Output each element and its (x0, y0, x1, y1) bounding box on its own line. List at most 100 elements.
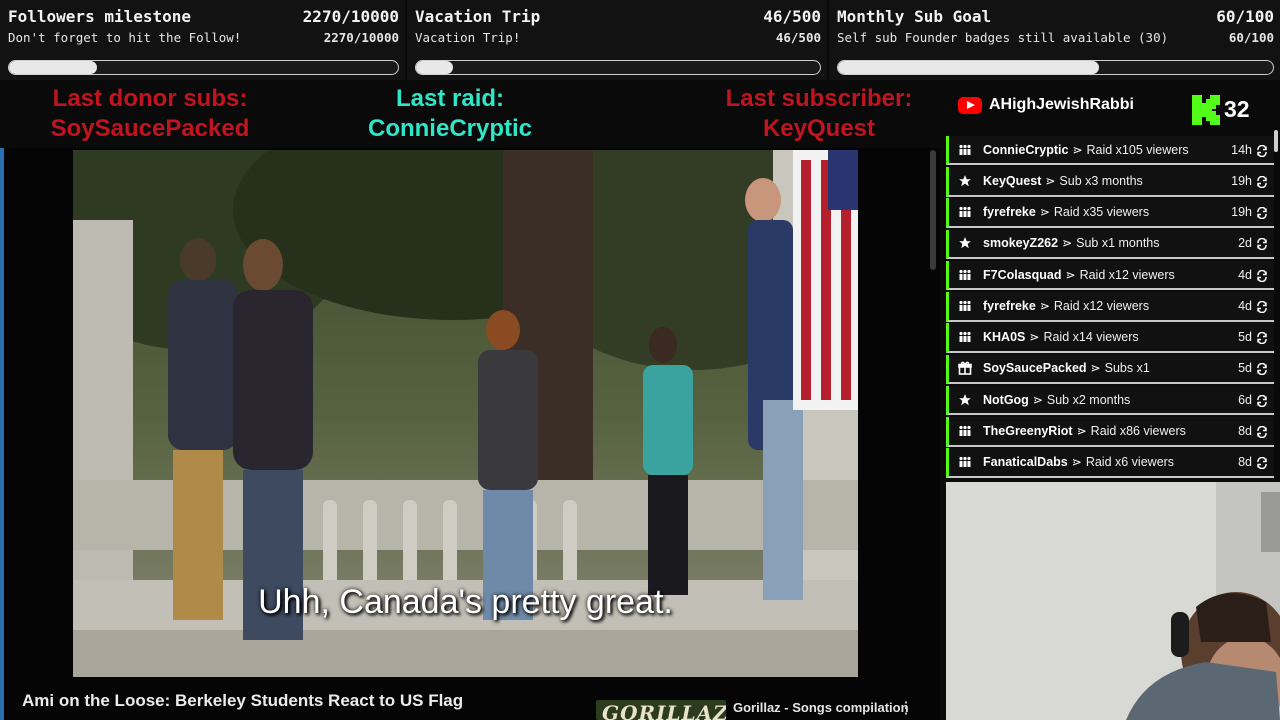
event-row[interactable]: fyrefreke ⋗ Raid x35 viewers 19h (946, 198, 1274, 228)
goal-progress-bar (837, 60, 1274, 75)
last-label: Last donor subs: (52, 85, 248, 112)
event-time: 6d (1238, 392, 1252, 407)
replay-icon[interactable] (1256, 456, 1268, 470)
event-separator: ⋗ (1071, 455, 1082, 470)
replay-icon[interactable] (1256, 175, 1268, 189)
goal-count: 60/100 (1216, 7, 1274, 26)
gift-icon (957, 361, 973, 376)
last-donor-subs: Last donor subs: SoySaucePacked (20, 84, 280, 144)
event-separator: ⋗ (1062, 236, 1073, 251)
youtube-icon (958, 97, 982, 114)
events-feed[interactable]: ConnieCryptic ⋗ Raid x105 viewers 14h KeyQue… (946, 136, 1274, 480)
event-row[interactable]: smokeyZ262 ⋗ Sub x1 months 2d (946, 229, 1274, 260)
event-separator: ⋗ (1065, 267, 1076, 282)
goal-sub-count: 60/100 (1228, 30, 1274, 45)
event-username: KHA0S (983, 330, 1026, 345)
event-row[interactable]: F7Colasquad ⋗ Raid x12 viewers 4d (946, 260, 1274, 291)
goal-followers: Followers milestone 2270/10000 Don't for… (0, 0, 405, 80)
replay-icon[interactable] (1256, 331, 1268, 345)
replay-icon[interactable] (1256, 394, 1268, 407)
event-username: ConnieCryptic (983, 142, 1069, 157)
event-row[interactable]: KHA0S ⋗ Raid x14 viewers 5d (946, 323, 1274, 353)
event-username: smokeyZ262 (983, 236, 1059, 251)
webcam-feed (946, 482, 1280, 720)
goal-title: Followers milestone (8, 7, 192, 26)
raid-icon (957, 268, 973, 282)
star-icon (957, 236, 973, 250)
star-icon (957, 174, 973, 188)
event-time: 5d (1238, 361, 1252, 376)
goal-progress-fill (838, 61, 1099, 74)
event-username: FanaticalDabs (983, 455, 1068, 470)
event-text: Raid x12 viewers (1053, 298, 1150, 313)
goal-title: Monthly Sub Goal (837, 7, 992, 26)
video-border (0, 148, 4, 720)
replay-icon[interactable] (1256, 206, 1268, 220)
goal-monthly-subs: Monthly Sub Goal 60/100 Self sub Founder… (829, 0, 1280, 80)
raid-icon (957, 205, 973, 219)
replay-icon[interactable] (1256, 425, 1268, 439)
up-next-title[interactable]: Gorillaz - Songs compilation (733, 700, 909, 715)
video-title[interactable]: Ami on the Loose: Berkeley Students Reac… (22, 691, 463, 711)
goal-subtitle: Self sub Founder badges still available … (837, 30, 1169, 45)
event-text: Raid x6 viewers (1085, 455, 1175, 470)
star-icon (957, 393, 973, 407)
event-time: 2d (1238, 236, 1252, 251)
goal-sub-count: 2270/10000 (323, 30, 399, 45)
last-label: Last subscriber: (725, 85, 913, 112)
event-time: 4d (1238, 298, 1252, 313)
event-separator: ⋗ (1045, 173, 1056, 188)
event-row[interactable]: FanaticalDabs ⋗ Raid x6 viewers 8d (946, 448, 1274, 478)
replay-icon[interactable] (1256, 237, 1268, 251)
goal-progress-bar (8, 60, 399, 75)
goal-subtitle: Vacation Trip! (415, 30, 521, 45)
goal-progress-fill (416, 61, 454, 74)
event-separator: ⋗ (1072, 142, 1083, 157)
replay-icon[interactable] (1256, 269, 1268, 282)
replay-icon[interactable] (1256, 144, 1268, 157)
event-row[interactable]: fyrefreke ⋗ Raid x12 viewers 4d (946, 292, 1274, 322)
event-separator: ⋗ (1090, 361, 1101, 376)
more-vert-icon[interactable]: ⋮ (898, 700, 914, 718)
replay-icon[interactable] (1256, 300, 1268, 314)
goal-progress-fill (9, 61, 98, 74)
event-separator: ⋗ (1039, 298, 1050, 313)
event-text: Sub x3 months (1059, 173, 1143, 188)
up-next-thumb-text: GORILLAZ (602, 701, 726, 720)
event-row[interactable]: SoySaucePacked ⋗ Subs x1 5d (946, 354, 1274, 385)
up-next-thumbnail[interactable]: GORILLAZ (596, 700, 726, 720)
event-row[interactable]: ConnieCryptic ⋗ Raid x105 viewers 14h (946, 136, 1274, 166)
event-text: Subs x1 (1104, 361, 1150, 376)
event-separator: ⋗ (1076, 423, 1087, 438)
event-row[interactable]: NotGog ⋗ Sub x2 months 6d (946, 385, 1274, 416)
event-time: 8d (1238, 455, 1252, 470)
event-row[interactable]: TheGreenyRiot ⋗ Raid x86 viewers 8d (946, 417, 1274, 447)
goal-subtitle: Don't forget to hit the Follow! (8, 30, 242, 45)
video-scrollbar[interactable] (930, 150, 936, 270)
raid-icon (957, 330, 973, 344)
event-row[interactable]: KeyQuest ⋗ Sub x3 months 19h (946, 167, 1274, 197)
event-separator: ⋗ (1039, 205, 1050, 220)
event-text: Raid x86 viewers (1090, 423, 1186, 438)
event-time: 19h (1231, 205, 1252, 220)
event-text: Raid x14 viewers (1043, 330, 1139, 345)
event-time: 14h (1231, 142, 1252, 157)
goal-sub-count: 46/500 (775, 30, 821, 45)
webcam-image (946, 482, 1280, 720)
last-value: SoySaucePacked (50, 115, 250, 142)
event-username: SoySaucePacked (983, 361, 1087, 376)
raid-icon (957, 143, 973, 157)
event-text: Raid x105 viewers (1086, 142, 1189, 157)
channel-name: AHighJewishRabbi (989, 96, 1134, 113)
goal-count: 2270/10000 (302, 7, 399, 26)
last-label: Last raid: (395, 85, 505, 112)
raid-icon (957, 455, 973, 469)
feed-scrollbar[interactable] (1274, 130, 1278, 152)
event-username: TheGreenyRiot (983, 423, 1073, 438)
goal-count: 46/500 (763, 7, 821, 26)
event-separator: ⋗ (1032, 392, 1043, 407)
goal-progress-bar (415, 60, 821, 75)
video-subtitle: Uhh, Canada's pretty great. (258, 583, 673, 621)
event-time: 19h (1231, 173, 1252, 188)
replay-icon[interactable] (1256, 362, 1268, 376)
